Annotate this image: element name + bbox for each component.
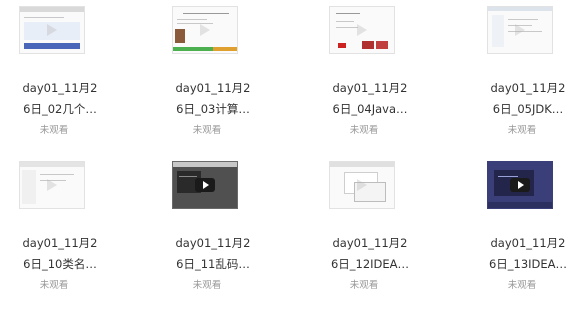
- video-thumbnail[interactable]: [329, 161, 395, 209]
- video-title-line2: 6日_10类名…: [23, 257, 97, 271]
- video-title-line1: day01_11月2: [175, 81, 251, 95]
- video-grid: day01_11月2 6日_02几个… 未观看 day01_11月2 6日_03…: [0, 0, 569, 312]
- video-title-line2: 6日_11乱码…: [176, 257, 250, 271]
- play-icon: [200, 24, 210, 36]
- video-thumbnail[interactable]: [487, 6, 553, 54]
- video-title-line1: day01_11月2: [175, 236, 251, 250]
- video-thumbnail[interactable]: [19, 6, 85, 54]
- watch-status: 未观看: [192, 280, 222, 291]
- play-icon: [47, 179, 57, 191]
- video-card[interactable]: day01_11月2 6日_02几个… 未观看: [0, 0, 120, 150]
- video-card[interactable]: day01_11月2 6日_03计算… 未观看: [153, 0, 273, 150]
- video-thumbnail[interactable]: [172, 161, 238, 209]
- video-title-line2: 6日_04Java…: [332, 102, 408, 116]
- play-icon: [357, 179, 367, 191]
- video-title[interactable]: day01_11月2 6日_10类名…: [5, 233, 115, 275]
- video-card[interactable]: day01_11月2 6日_05JDK… 未观看: [468, 0, 569, 150]
- video-title-line2: 6日_02几个…: [23, 102, 97, 116]
- video-title[interactable]: day01_11月2 6日_13IDEA…: [473, 233, 569, 275]
- video-title[interactable]: day01_11月2 6日_04Java…: [315, 78, 425, 120]
- video-title[interactable]: day01_11月2 6日_12IDEA…: [315, 233, 425, 275]
- video-title-line2: 6日_03计算…: [176, 102, 250, 116]
- watch-status: 未观看: [192, 125, 222, 136]
- video-title-line1: day01_11月2: [490, 81, 566, 95]
- watch-status: 未观看: [349, 125, 379, 136]
- video-card[interactable]: day01_11月2 6日_11乱码… 未观看: [153, 155, 273, 305]
- play-icon: [357, 24, 367, 36]
- video-thumbnail[interactable]: [172, 6, 238, 54]
- video-title-line1: day01_11月2: [22, 236, 98, 250]
- video-card[interactable]: day01_11月2 6日_12IDEA… 未观看: [310, 155, 430, 305]
- play-icon[interactable]: [195, 178, 215, 192]
- watch-status: 未观看: [507, 125, 537, 136]
- video-title-line1: day01_11月2: [332, 236, 408, 250]
- play-icon: [515, 24, 525, 36]
- video-thumbnail[interactable]: [19, 161, 85, 209]
- video-title[interactable]: day01_11月2 6日_02几个…: [5, 78, 115, 120]
- video-card[interactable]: day01_11月2 6日_04Java… 未观看: [310, 0, 430, 150]
- video-title[interactable]: day01_11月2 6日_03计算…: [158, 78, 268, 120]
- video-title-line1: day01_11月2: [332, 81, 408, 95]
- video-title-line2: 6日_12IDEA…: [330, 257, 410, 271]
- watch-status: 未观看: [349, 280, 379, 291]
- watch-status: 未观看: [39, 280, 69, 291]
- video-thumbnail[interactable]: [329, 6, 395, 54]
- video-title[interactable]: day01_11月2 6日_05JDK…: [473, 78, 569, 120]
- video-card[interactable]: day01_11月2 6日_10类名… 未观看: [0, 155, 120, 305]
- play-icon[interactable]: [510, 178, 530, 192]
- video-card[interactable]: day01_11月2 6日_13IDEA… 未观看: [468, 155, 569, 305]
- video-title-line2: 6日_05JDK…: [492, 102, 564, 116]
- video-thumbnail[interactable]: [487, 161, 553, 209]
- video-title[interactable]: day01_11月2 6日_11乱码…: [158, 233, 268, 275]
- play-icon: [47, 24, 57, 36]
- video-title-line1: day01_11月2: [22, 81, 98, 95]
- watch-status: 未观看: [507, 280, 537, 291]
- video-title-line1: day01_11月2: [490, 236, 566, 250]
- watch-status: 未观看: [39, 125, 69, 136]
- video-title-line2: 6日_13IDEA…: [488, 257, 568, 271]
